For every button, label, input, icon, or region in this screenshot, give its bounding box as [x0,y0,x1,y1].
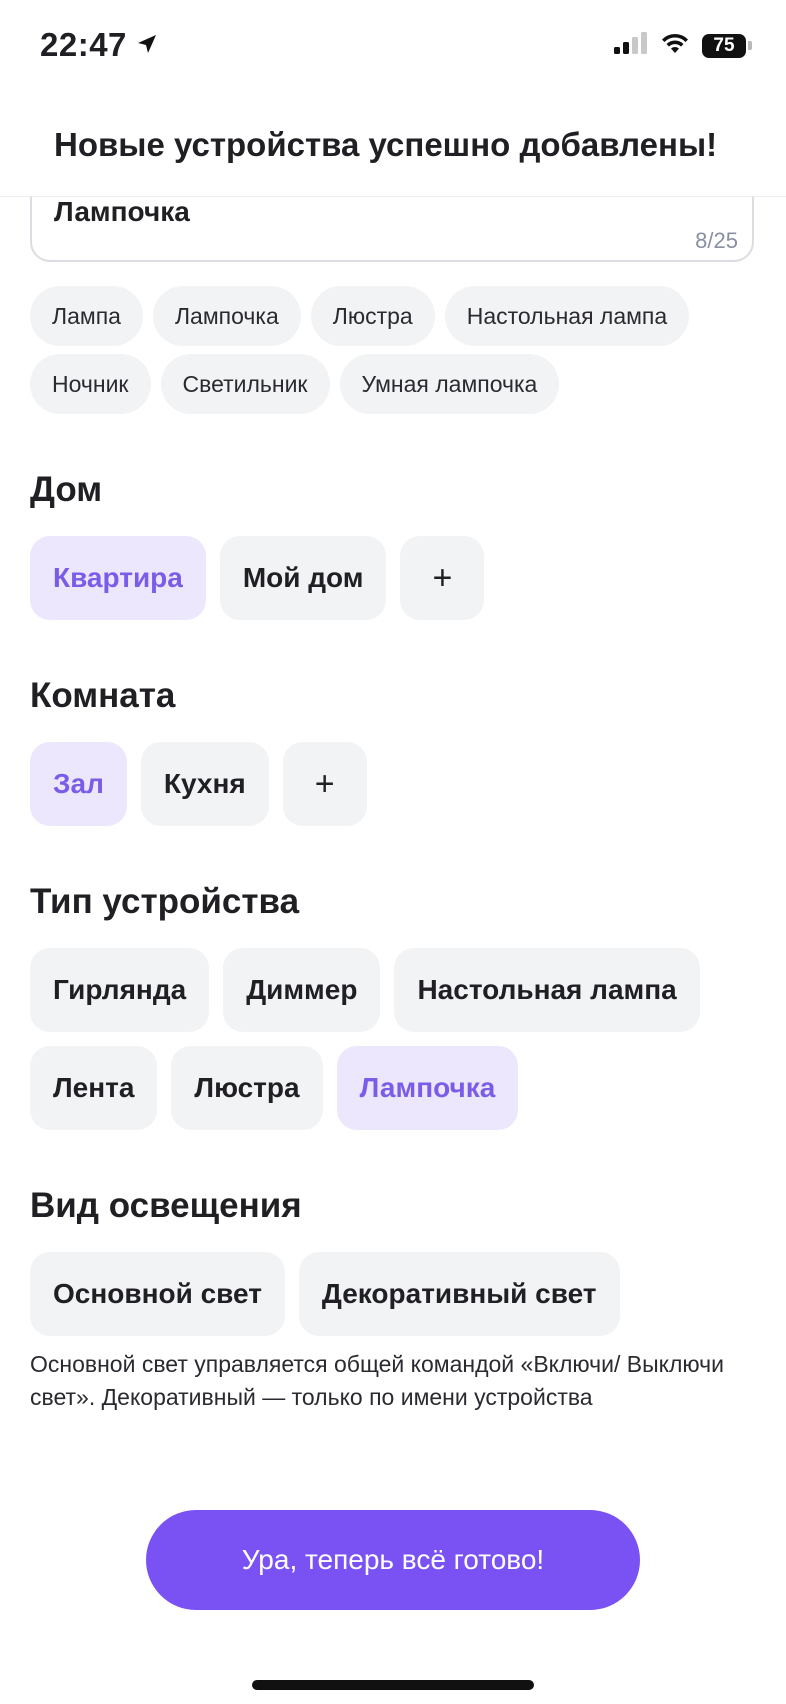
add-room-button[interactable]: + [282,742,367,826]
battery-tip [748,41,752,50]
cellular-signal-icon [614,32,648,59]
suggestions-row: Лампа Лампочка Люстра Настольная лампа [30,286,770,346]
status-time: 22:47 [40,26,127,63]
suggestion-chip[interactable]: Умная лампочка [339,354,560,414]
room-options: Зал Кухня + [30,742,760,826]
status-time-group: 22:47 [40,26,159,64]
wifi-icon [660,32,690,59]
header: Новые устройства успешно добавлены! [0,96,786,197]
lighting-options: Основной свет Декоративный свет [30,1252,760,1336]
suggestion-chip[interactable]: Светильник [160,354,330,414]
device-name-value[interactable]: Лампочка [54,196,190,228]
lighting-hint: Основной свет управляется общей командой… [30,1351,724,1410]
suggestion-chip[interactable]: Лампа [30,286,143,346]
home-option-apartment[interactable]: Квартира [30,536,206,620]
device-type-options: Гирлянда Диммер Настольная лампа Лента Л… [30,948,760,1130]
character-counter: 8/25 [695,228,738,253]
done-button[interactable]: Ура, теперь всё готово! [146,1510,640,1610]
status-indicators: 75 [614,32,752,59]
device-type-section-title: Тип устройства [30,882,300,921]
suggestion-chip[interactable]: Лампочка [152,286,301,346]
battery-level: 75 [713,34,735,56]
home-option-my-home[interactable]: Мой дом [219,536,387,620]
device-type-option-chandelier[interactable]: Люстра [171,1046,323,1130]
lighting-option-decorative[interactable]: Декоративный свет [298,1252,620,1336]
device-type-option-desk-lamp[interactable]: Настольная лампа [394,948,700,1032]
device-type-option-strip[interactable]: Лента [30,1046,158,1130]
room-option-hall[interactable]: Зал [30,742,127,826]
suggestions-row: Ночник Светильник Умная лампочка [30,354,770,414]
room-section-title: Комната [30,676,176,715]
suggestion-chip[interactable]: Ночник [30,354,151,414]
device-type-option-garland[interactable]: Гирлянда [30,948,210,1032]
home-indicator [252,1680,534,1690]
suggestion-chip[interactable]: Настольная лампа [444,286,690,346]
lighting-section-title: Вид освещения [30,1186,302,1225]
name-suggestions: Лампа Лампочка Люстра Настольная лампа Н… [30,286,770,422]
home-options: Квартира Мой дом + [30,536,760,620]
home-section-title: Дом [30,470,103,509]
suggestion-chip[interactable]: Люстра [310,286,435,346]
device-type-option-dimmer[interactable]: Диммер [223,948,381,1032]
battery-icon: 75 [702,33,746,58]
status-bar: 22:47 75 [0,0,786,96]
device-type-option-bulb[interactable]: Лампочка [336,1046,519,1130]
lighting-option-main[interactable]: Основной свет [30,1252,285,1336]
add-home-button[interactable]: + [400,536,485,620]
page-title: Новые устройства успешно добавлены! [54,126,718,163]
room-option-kitchen[interactable]: Кухня [140,742,269,826]
location-arrow-icon [135,26,159,64]
